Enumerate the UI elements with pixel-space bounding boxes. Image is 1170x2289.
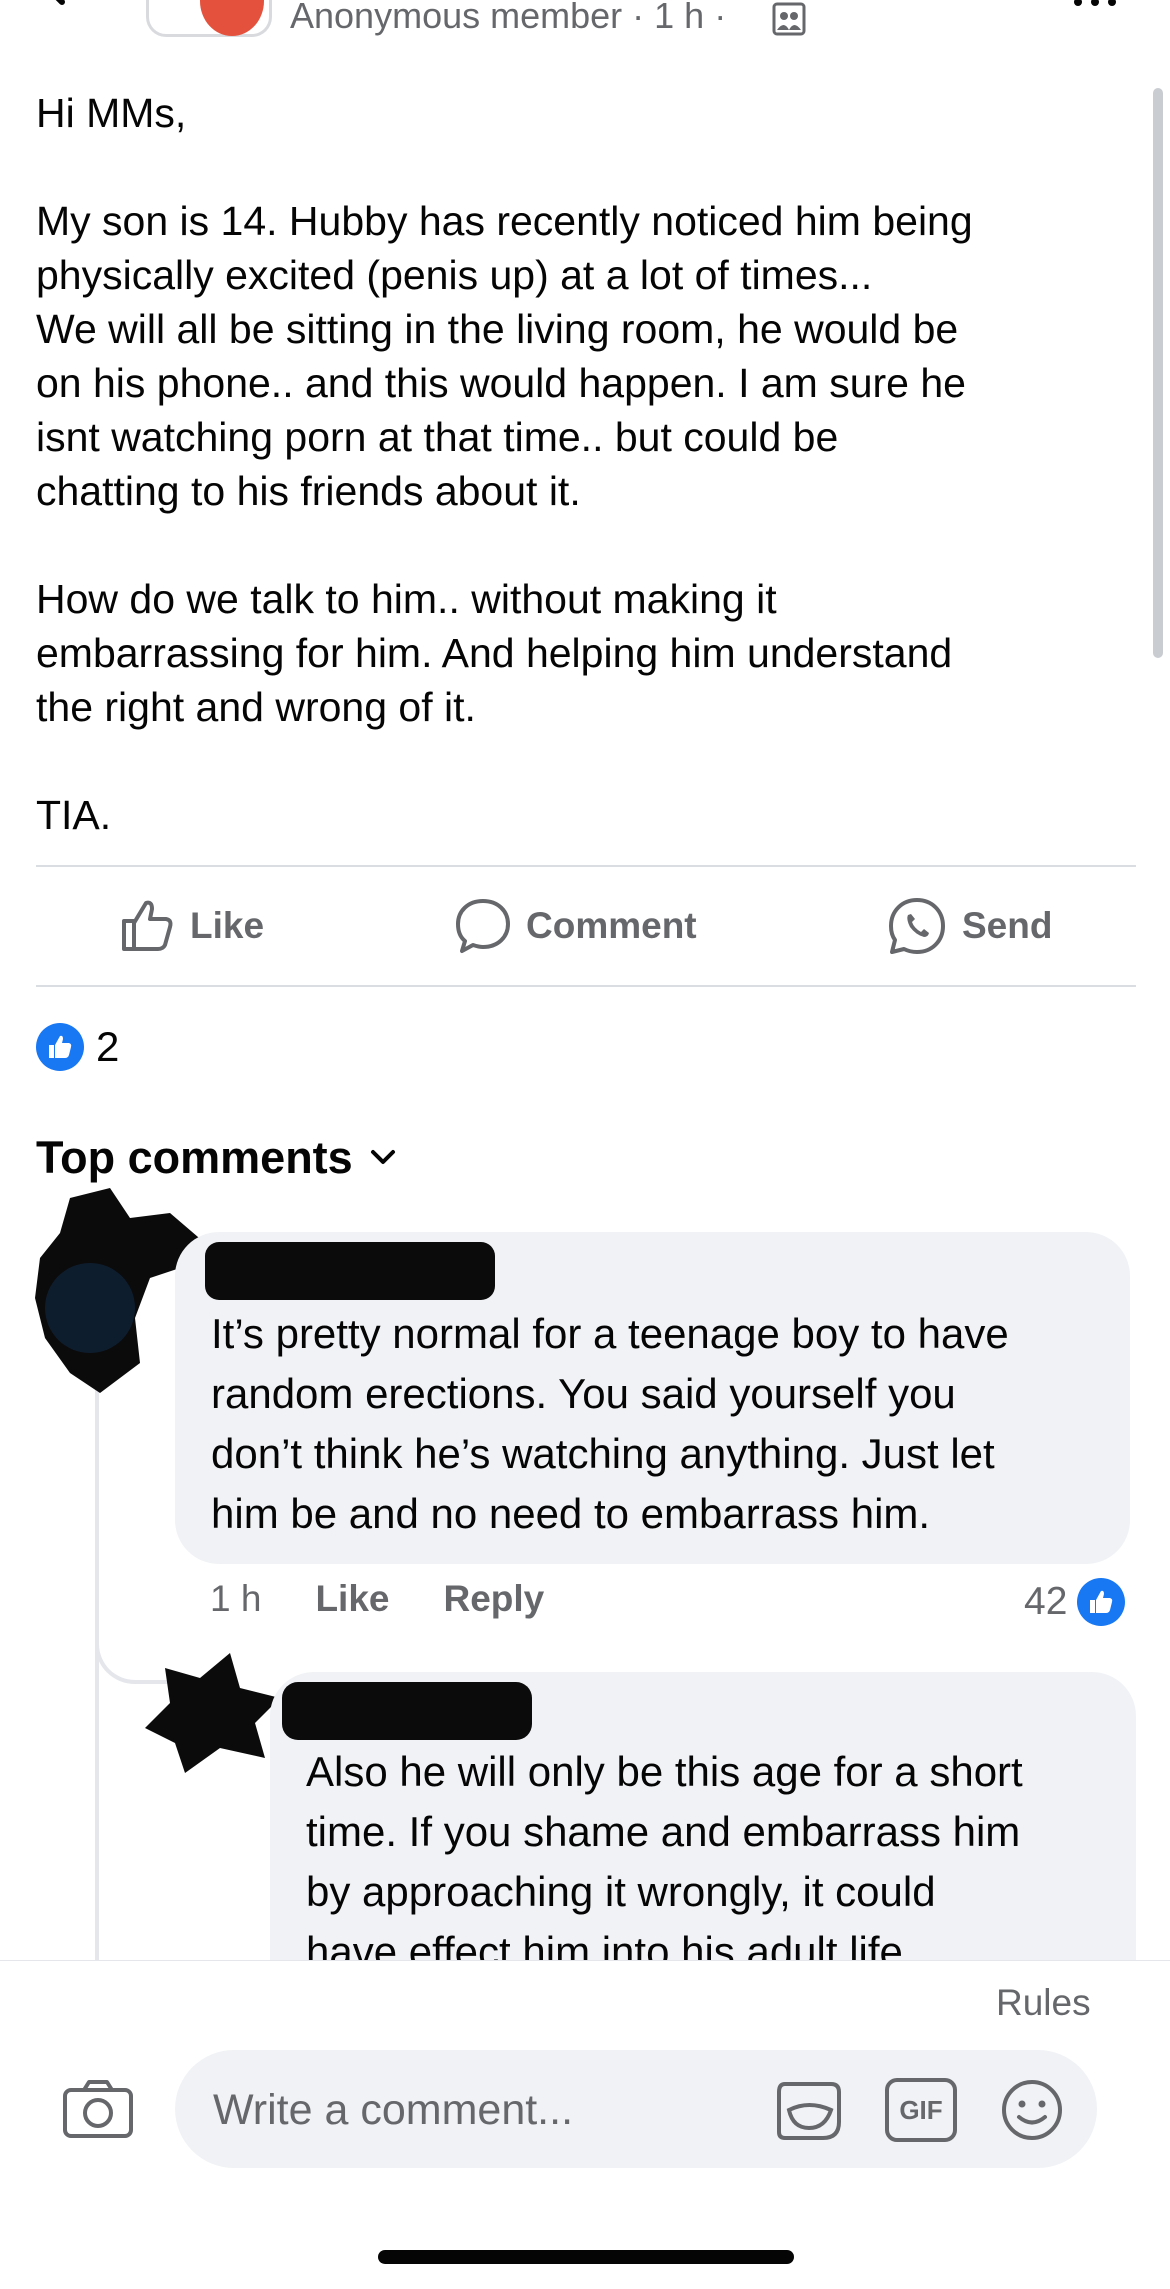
home-indicator[interactable] (378, 2250, 794, 2264)
comments-sort-label: Top comments (36, 1132, 353, 1183)
like-label: Like (190, 905, 265, 946)
comment-reply-button[interactable]: Reply (443, 1578, 544, 1620)
redacted-commenter-name (282, 1682, 532, 1740)
post-paragraph: TIA. (36, 792, 112, 838)
reaction-summary[interactable]: 2 (36, 1022, 119, 1072)
post-author-line: Anonymous member · 1 h · (290, 0, 726, 38)
comment-button[interactable]: Comment (454, 866, 697, 986)
gif-icon[interactable]: GIF (885, 2078, 957, 2142)
more-options-icon[interactable] (1070, 0, 1120, 8)
whatsapp-send-icon (889, 898, 945, 954)
like-reaction-icon (36, 1023, 84, 1071)
rules-link[interactable]: Rules (996, 1982, 1091, 2024)
thumbs-up-icon (122, 900, 173, 951)
comment-time[interactable]: 1 h (210, 1578, 261, 1620)
comment-reaction-count[interactable]: 42 (1024, 1578, 1126, 1626)
send-button[interactable]: Send (886, 866, 1052, 986)
comment-meta: 1 h Like Reply (210, 1578, 544, 1620)
emoji-icon[interactable] (997, 2078, 1067, 2142)
post-body: Hi MMs, My son is 14. Hubby has recently… (36, 86, 1126, 896)
like-button[interactable]: Like (118, 866, 264, 986)
send-label: Send (962, 905, 1053, 946)
scrollbar[interactable] (1153, 88, 1163, 658)
comment-bubble: It’s pretty normal for a teenage boy to … (175, 1232, 1130, 1564)
post-paragraph: Hi MMs, (36, 90, 187, 136)
comment-label: Comment (526, 905, 697, 946)
comment-like-count: 42 (1024, 1580, 1068, 1623)
post-header: Anonymous member · 1 h · (0, 0, 1170, 60)
members-privacy-icon (772, 2, 806, 36)
reaction-count: 2 (96, 1023, 120, 1070)
separator-dot: · (632, 0, 655, 36)
post-paragraph: How do we talk to him.. without making i… (36, 576, 953, 730)
avatar-sticker-icon[interactable] (775, 2078, 845, 2142)
reply-bubble: Also he will only be this age for a shor… (270, 1672, 1136, 2002)
post-author-name[interactable]: Anonymous member (290, 0, 622, 36)
separator-dot: · (714, 0, 727, 36)
divider (36, 985, 1136, 987)
comment-input-container: GIF (175, 2050, 1097, 2170)
gif-label: GIF (899, 2094, 943, 2125)
comment-input[interactable] (211, 2050, 735, 2170)
reply-text: Also he will only be this age for a shor… (306, 1748, 1023, 1975)
comment-like-button[interactable]: Like (315, 1578, 389, 1620)
back-arrow-icon[interactable] (32, 0, 72, 22)
redacted-commenter-name (205, 1242, 495, 1300)
post-paragraph: My son is 14. Hubby has recently noticed… (36, 198, 973, 514)
post-time[interactable]: 1 h (654, 0, 704, 36)
like-reaction-icon (1077, 1578, 1126, 1626)
comments-sort-dropdown[interactable]: Top comments (36, 1132, 397, 1184)
post-action-bar: Like Comment Send (36, 866, 1136, 986)
chevron-down-icon (370, 1150, 395, 1164)
comment-text: It’s pretty normal for a teenage boy to … (211, 1310, 1009, 1537)
camera-icon[interactable] (62, 2078, 134, 2140)
comment-bubble-icon (456, 899, 510, 953)
